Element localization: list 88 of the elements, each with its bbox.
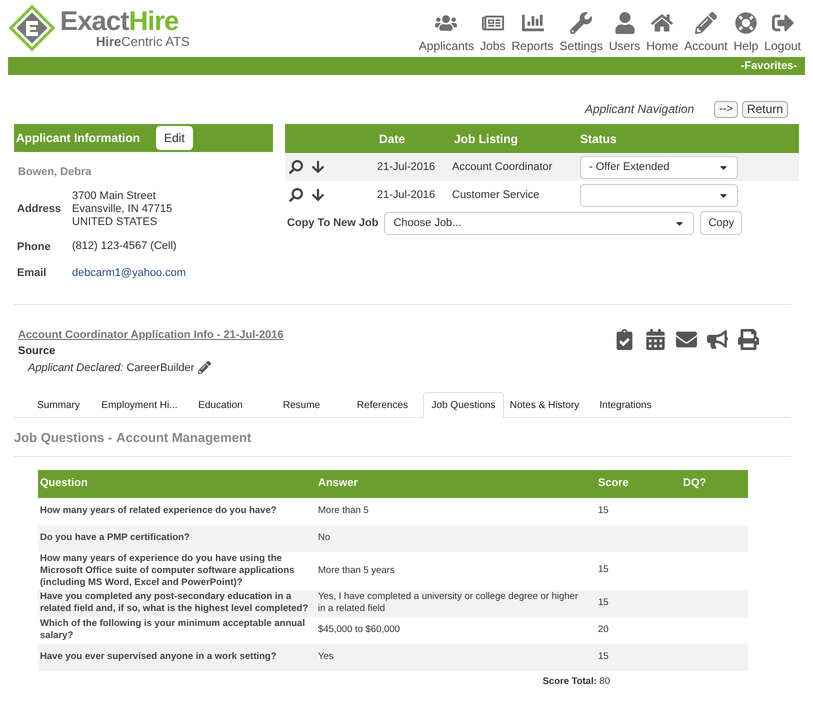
answer-text: Yes bbox=[318, 651, 334, 663]
next-button[interactable]: --> bbox=[714, 100, 738, 118]
table-cell-text: 21-Jul-2016 bbox=[377, 188, 436, 203]
nav-link[interactable]: Users bbox=[608, 12, 640, 55]
search-icon[interactable] bbox=[289, 160, 303, 174]
question-text: Have you ever supervised anyone in a work setting? bbox=[39, 651, 278, 663]
copy-button[interactable]: Copy bbox=[700, 211, 742, 235]
question-text: Have you completed any post-secondary education in a related field and, if so, what is the highest level completed? bbox=[39, 591, 310, 615]
tab[interactable]: Summary bbox=[18, 392, 99, 418]
score-text: 15 bbox=[598, 504, 609, 518]
nav-link[interactable]: Logout bbox=[764, 12, 801, 55]
score-total: Score Total: 80 bbox=[542, 674, 610, 688]
answer-text: No bbox=[318, 532, 332, 544]
table-cell-text: 21-Jul-2016 bbox=[377, 160, 436, 175]
copy-label: Copy To New Job bbox=[287, 216, 378, 231]
question-text: Which of the following is your minimum acceptable annual salary? bbox=[39, 618, 306, 642]
pencil-icon bbox=[694, 12, 717, 34]
calendar-icon[interactable] bbox=[645, 328, 666, 350]
score-text: 20 bbox=[598, 622, 609, 637]
question-text: Do you have a PMP certification? bbox=[39, 532, 191, 544]
source-value: Applicant Declared: CareerBuilder bbox=[28, 360, 194, 376]
job-select[interactable]: Choose Job... bbox=[384, 212, 694, 234]
nav-link[interactable]: Help bbox=[734, 12, 758, 55]
life-ring-icon bbox=[734, 12, 757, 34]
pencil-icon[interactable] bbox=[198, 361, 212, 374]
field-value: 3700 Main Street bbox=[72, 190, 157, 202]
tab[interactable]: References bbox=[342, 392, 423, 418]
nav-link[interactable]: Account bbox=[684, 12, 728, 55]
column-header: Status bbox=[580, 130, 617, 148]
table-cell-text: Customer Service bbox=[452, 188, 540, 203]
applicant-navigation-label: Applicant Navigation bbox=[584, 101, 694, 118]
table-cell-text: Account Coordinator bbox=[452, 160, 554, 175]
checklist-icon[interactable] bbox=[614, 328, 635, 350]
bullhorn-icon[interactable] bbox=[707, 328, 728, 350]
section-title: Job Questions - bbox=[14, 429, 112, 447]
arrow-down-icon[interactable] bbox=[311, 188, 325, 202]
field-label: Address bbox=[16, 202, 62, 217]
envelope-icon[interactable] bbox=[676, 328, 697, 350]
home-icon bbox=[651, 12, 674, 34]
field-label: Phone bbox=[16, 240, 52, 254]
tab[interactable]: Resume bbox=[261, 392, 342, 418]
nav-link[interactable]: Settings bbox=[560, 12, 603, 55]
answer-text: $45,000 to $60,000 bbox=[318, 624, 401, 636]
return-button[interactable]: Return bbox=[742, 100, 788, 118]
column-header: Score bbox=[598, 476, 630, 492]
search-icon[interactable] bbox=[289, 188, 303, 202]
arrow-down-icon[interactable] bbox=[311, 160, 325, 174]
nav-link[interactable]: Jobs bbox=[480, 12, 506, 55]
column-header: Job Listing bbox=[454, 130, 519, 148]
column-header: Question bbox=[39, 476, 89, 492]
nav-link[interactable]: Applicants bbox=[418, 12, 474, 55]
score-text: 15 bbox=[598, 563, 609, 578]
field-value: UNITED STATES bbox=[72, 216, 158, 228]
email-link[interactable]: debcarm1@yahoo.com bbox=[72, 266, 186, 280]
tab[interactable]: Integrations bbox=[585, 392, 666, 418]
logo-wordmark: ExactHire bbox=[60, 8, 180, 35]
nav-link[interactable]: Home bbox=[646, 12, 678, 55]
answer-text: Yes, I have completed a university or college degree or higher in a related field bbox=[318, 591, 579, 615]
printer-icon[interactable] bbox=[738, 328, 759, 350]
score-text: 15 bbox=[598, 650, 609, 664]
question-text: How many years of related experience do you have? bbox=[39, 505, 278, 517]
answer-text: More than 5 years bbox=[318, 564, 396, 576]
column-header: Date bbox=[379, 130, 406, 148]
field-value: Evansville, IN 47715 bbox=[72, 202, 172, 216]
field-value: (812) 123-4567 (Cell) bbox=[72, 240, 177, 254]
section-subtitle: Account Management bbox=[116, 429, 252, 447]
applicant-name: Bowen, Debra bbox=[17, 165, 92, 180]
bar-chart-icon bbox=[522, 12, 544, 34]
question-text: How many years of experience do you have using the Microsoft Office suite of computer software applications (including MS Word, Excel and PowerPoint)? bbox=[39, 552, 296, 588]
application-title-link[interactable]: Account Coordinator Application Info - 21-Jul-2016 bbox=[18, 326, 284, 343]
column-header: Answer bbox=[318, 476, 359, 492]
applicant-title: Applicant Information bbox=[16, 130, 140, 147]
tab[interactable]: Job Questions bbox=[423, 392, 504, 418]
field-label: Email bbox=[16, 266, 48, 281]
nav-link[interactable]: Reports bbox=[512, 12, 554, 55]
user-icon bbox=[614, 12, 636, 34]
wrench-icon bbox=[570, 12, 592, 34]
source-label: Source bbox=[18, 344, 56, 359]
logo-subtitle: HireCentric ATS bbox=[95, 35, 190, 48]
tab[interactable]: Employment Hi... bbox=[99, 392, 180, 418]
status-select[interactable]: - Offer Extended bbox=[580, 156, 738, 178]
tab[interactable]: Notes & History bbox=[504, 392, 585, 418]
column-header: DQ? bbox=[683, 476, 706, 492]
edit-button[interactable]: Edit bbox=[156, 126, 193, 150]
tab[interactable]: Education bbox=[180, 392, 261, 418]
answer-text: More than 5 bbox=[318, 505, 370, 517]
logout-icon bbox=[772, 12, 794, 34]
score-text: 15 bbox=[598, 596, 609, 610]
